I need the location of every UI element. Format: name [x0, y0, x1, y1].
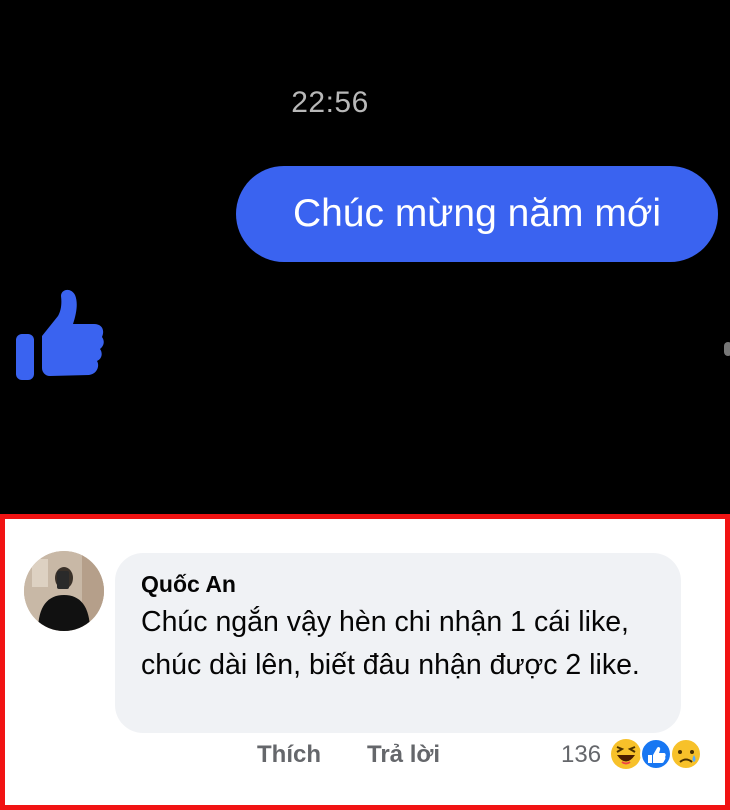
reaction-count[interactable]: 136: [561, 741, 601, 769]
thumbs-up-icon[interactable]: [14, 288, 104, 384]
partial-avatar-edge: [724, 342, 730, 356]
sent-message-bubble[interactable]: Chúc mừng năm mới: [236, 166, 718, 262]
reaction-icons[interactable]: [609, 737, 703, 771]
avatar[interactable]: [24, 551, 104, 631]
comment-actions: Thích Trả lời 136: [5, 738, 725, 781]
comment-text: Chúc ngắn vậy hèn chi nhận 1 cái like, c…: [141, 606, 640, 681]
like-button[interactable]: Thích: [257, 741, 321, 769]
reply-button[interactable]: Trả lời: [367, 741, 440, 769]
haha-icon: [611, 739, 641, 769]
like-icon: [640, 738, 672, 770]
comment-author-name[interactable]: Quốc An: [141, 571, 236, 598]
messenger-chat: 22:56 Chúc mừng năm mới: [0, 0, 730, 514]
message-timestamp: 22:56: [291, 86, 369, 119]
facebook-comment-highlight: Quốc An Chúc ngắn vậy hèn chi nhận 1 cái…: [0, 514, 730, 810]
comment-bubble: Quốc An Chúc ngắn vậy hèn chi nhận 1 cái…: [115, 553, 681, 733]
sad-icon: [670, 738, 702, 770]
